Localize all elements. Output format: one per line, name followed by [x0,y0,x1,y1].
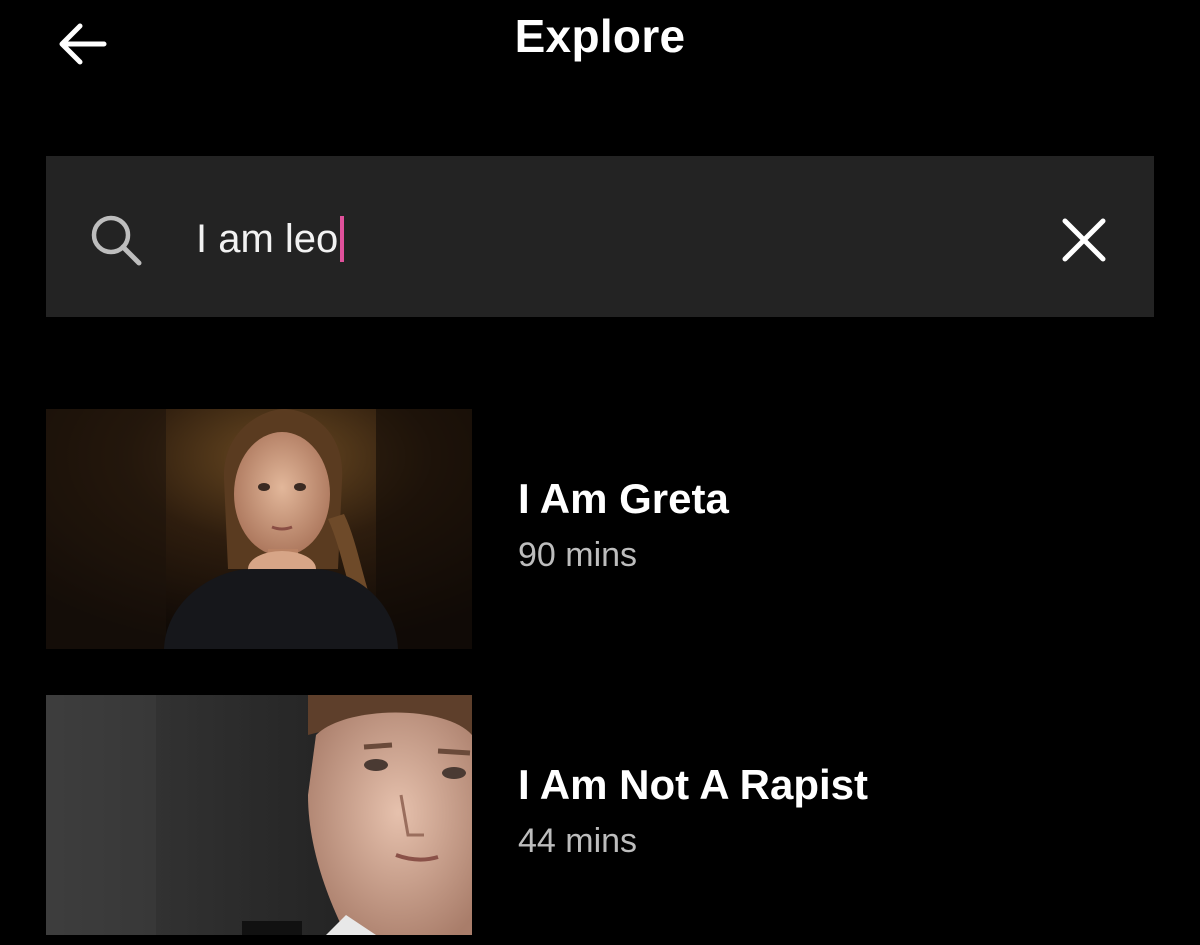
search-icon [91,215,142,266]
explore-screen: Explore I am leo I Am Greta 90 mins I Am… [0,0,1200,945]
result-title: I Am Greta [518,475,729,522]
close-icon [1062,218,1106,262]
result-item[interactable]: I Am Greta 90 mins [46,409,1154,649]
result-thumbnail [46,409,472,649]
portrait-thumbnail-image [46,409,472,649]
result-item[interactable]: I Am Not A Rapist 44 mins [46,695,1154,935]
result-duration: 44 mins [518,822,638,860]
portrait-thumbnail-image [46,695,472,935]
search-input-value: I am leo [196,216,339,261]
top-bar: Explore [0,0,1200,90]
result-duration: 90 mins [518,536,638,574]
result-thumbnail [46,695,472,935]
clear-search-button[interactable] [1052,208,1116,272]
text-caret [340,216,345,262]
page-title: Explore [514,10,686,62]
result-title: I Am Not A Rapist [518,761,869,808]
search-bar: I am leo [46,156,1154,317]
search-icon-wrap [86,210,146,270]
search-input[interactable]: I am leo [196,204,1016,274]
